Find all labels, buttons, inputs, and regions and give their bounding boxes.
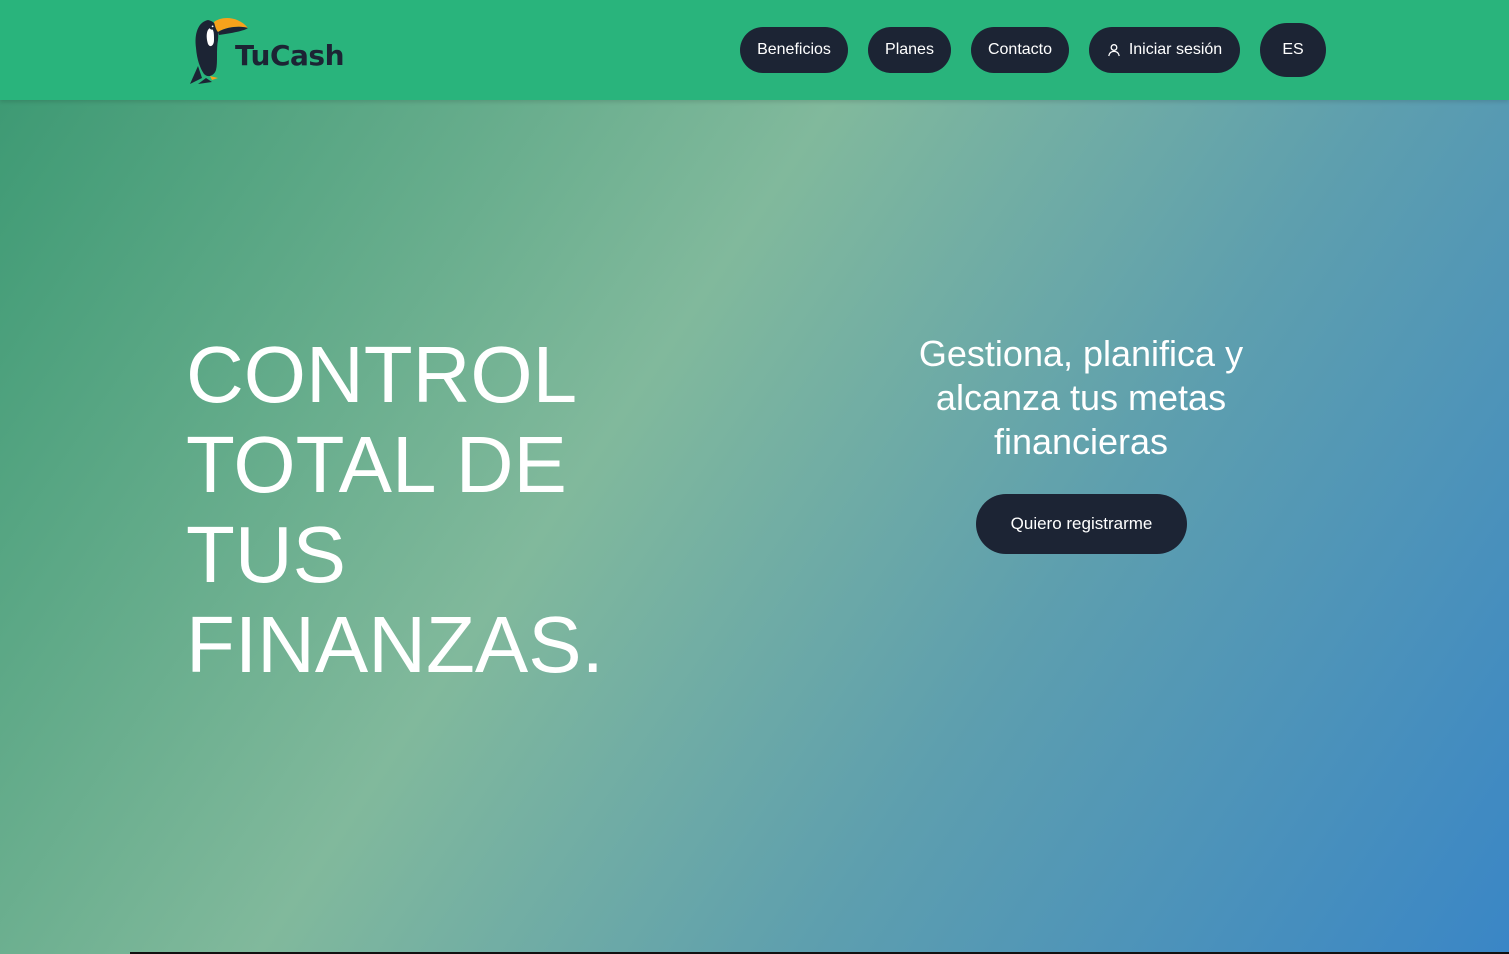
nav-contacto-button[interactable]: Contacto — [971, 27, 1069, 73]
brand-logo[interactable]: TuCash — [188, 14, 345, 86]
nav-planes-button[interactable]: Planes — [868, 27, 951, 73]
register-button[interactable]: Quiero registrarme — [976, 494, 1187, 554]
login-label: Iniciar sesión — [1128, 41, 1223, 58]
hero-headline: CONTROL TOTAL DE TUS FINANZAS. — [186, 330, 604, 689]
user-icon — [1107, 44, 1120, 57]
nav-beneficios-button[interactable]: Beneficios — [740, 27, 848, 73]
brand-name: TuCash — [235, 38, 345, 72]
login-button[interactable]: Iniciar sesión — [1089, 27, 1240, 73]
hero-tagline: Gestiona, planifica y alcanza tus metas … — [918, 333, 1244, 462]
site-header: TuCash Beneficios Planes Contacto Inicia… — [0, 0, 1509, 100]
hero-section: CONTROL TOTAL DE TUS FINANZAS. Gestiona,… — [0, 100, 1509, 954]
language-selector-button[interactable]: ES — [1260, 23, 1326, 77]
